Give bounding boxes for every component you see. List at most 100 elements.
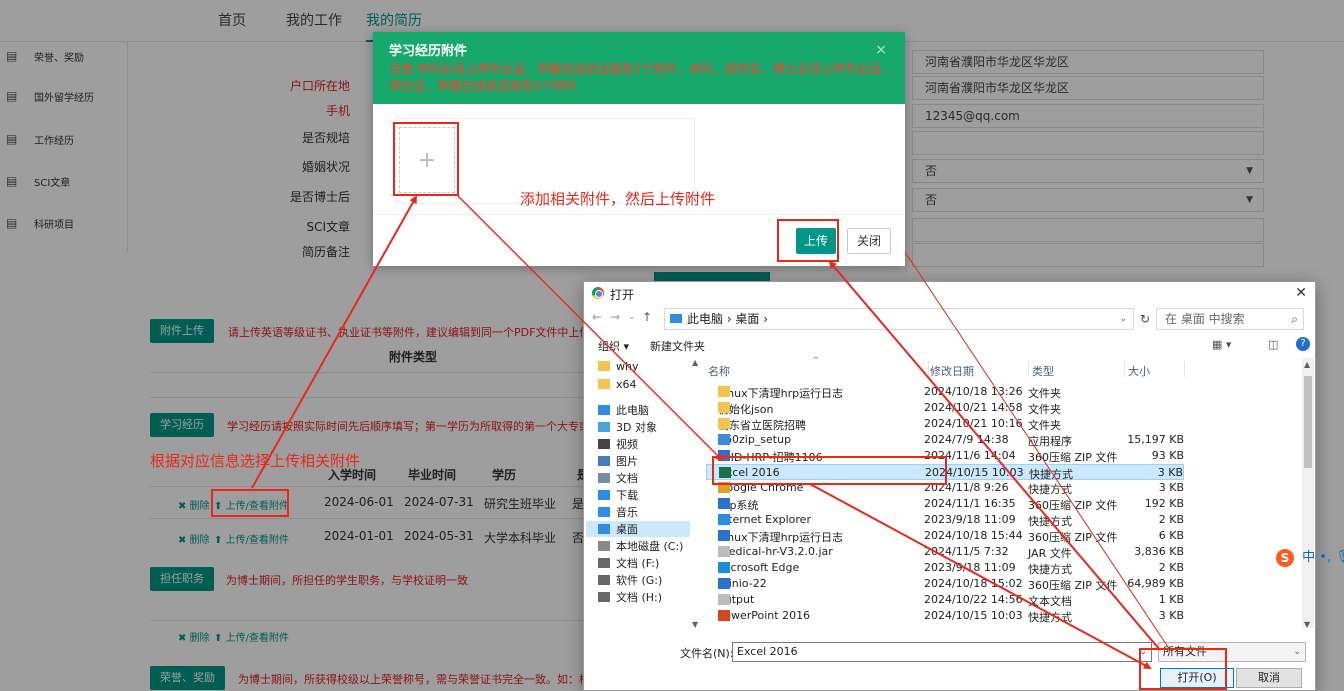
close-button[interactable]: 关闭 — [847, 228, 891, 254]
navigation-pane: why x64 此电脑 3D 对象 视频 图片文档下载 音乐桌面本地磁盘 (C:) 文档 (F… — [584, 358, 702, 634]
pc-icon — [598, 405, 610, 415]
scroll-down-icon[interactable]: ▼ — [1304, 620, 1310, 629]
breadcrumb: 此电脑 › 桌面 › — [687, 312, 769, 326]
highlight-upload-link — [211, 489, 289, 517]
file-size: 15,197 KB — [1127, 433, 1184, 446]
file-list-scrollbar[interactable]: ▲ ▼ — [1302, 358, 1314, 629]
file-row[interactable]: medical-hr-V3.2.0.jar 2024/11/5 7:32 JAR 文… — [706, 544, 1184, 560]
zip-icon — [718, 530, 730, 541]
modal-header: 学习经历附件 注意:专科必须上传毕业证、学籍在线验证报告2个附件，本科、研究生、… — [373, 32, 905, 104]
file-row[interactable]: Microsoft Edge 2023/9/18 11:09 快捷方式 2 KB — [706, 560, 1184, 576]
column-separator[interactable] — [1124, 361, 1125, 377]
nav-item-disk[interactable]: 本地磁盘 (C:) — [598, 538, 683, 554]
nav-item-drive[interactable]: 软件 (G:) — [598, 572, 662, 588]
file-type: JAR 文件 — [1028, 547, 1072, 560]
file-name: 360zip_setup — [718, 433, 791, 446]
up-arrow-icon[interactable]: ↑ — [642, 310, 652, 324]
help-icon[interactable]: ? — [1296, 337, 1310, 351]
file-name-text: Microsoft Edge — [718, 561, 800, 574]
file-row[interactable]: 初始化json 2024/10/21 14:58 文件夹 — [706, 400, 1184, 416]
nav-item-pc[interactable]: 此电脑 — [598, 402, 649, 418]
file-name: 山东省立医院招聘 — [718, 417, 806, 433]
column-separator[interactable] — [928, 361, 929, 377]
nav-item-desktop[interactable]: 桌面 — [586, 521, 690, 537]
column-type[interactable]: 类型 — [1032, 363, 1054, 379]
scroll-down-icon[interactable]: ▼ — [692, 620, 698, 629]
nav-item-3d[interactable]: 3D 对象 — [598, 419, 657, 435]
file-row[interactable]: output 2024/10/22 14:56 文本文档 1 KB — [706, 592, 1184, 608]
file-type: 快捷方式 — [1028, 483, 1072, 496]
file-name: medical-hr-V3.2.0.jar — [718, 545, 833, 558]
folder-icon — [718, 386, 730, 397]
organize-menu[interactable]: 组织 ▾ — [598, 338, 629, 354]
file-type: 应用程序 — [1028, 435, 1072, 448]
search-input[interactable]: 在 桌面 中搜索 ⌕ — [1156, 308, 1304, 330]
nav-item-music[interactable]: 音乐 — [598, 504, 638, 520]
file-row[interactable]: Linux下清理hrp运行日志 2024/10/18 15:44 360压缩 ZIP… — [706, 528, 1184, 544]
column-date[interactable]: 修改日期 — [930, 363, 974, 379]
file-icon — [718, 594, 730, 605]
address-bar[interactable]: 此电脑 › 桌面 › ⌄ — [664, 308, 1134, 330]
cancel-button[interactable]: 取消 — [1236, 668, 1302, 688]
ime-toolbar[interactable]: S 中 •, 🎙 — [1276, 546, 1344, 567]
ime-status[interactable]: 中 •, 🎙 — [1302, 550, 1344, 565]
scroll-up-icon[interactable]: ▲ — [1304, 360, 1310, 369]
column-size[interactable]: 大小 — [1128, 363, 1150, 379]
preview-pane-icon[interactable]: ◫ — [1268, 338, 1278, 351]
nav-item-download[interactable]: 下载 — [598, 487, 638, 503]
view-options-icon[interactable]: ▦ ▾ — [1212, 338, 1231, 351]
filename-input[interactable]: Excel 2016 ⌄ — [732, 642, 1152, 662]
file-name: 初始化json — [718, 401, 774, 417]
file-name: Internet Explorer — [718, 513, 811, 526]
nav-item-label: 软件 (G:) — [616, 574, 663, 587]
close-icon[interactable]: × — [875, 42, 887, 58]
file-type: 快捷方式 — [1028, 563, 1072, 576]
new-folder-button[interactable]: 新建文件夹 — [650, 338, 705, 354]
nav-scrollbar[interactable]: ▲ ▼ — [690, 358, 700, 629]
sogou-logo-icon: S — [1276, 548, 1294, 567]
refresh-icon[interactable]: ↻ — [1140, 312, 1150, 326]
file-list: 名称 ^ 修改日期 类型 大小 Linux下清理hrp运行日志 2024/10/1… — [702, 356, 1302, 634]
forward-arrow-icon[interactable]: → — [610, 310, 620, 324]
file-size: 64,989 KB — [1127, 577, 1184, 590]
file-size: 1 KB — [1158, 593, 1184, 606]
file-date: 2023/9/18 11:09 — [924, 561, 1016, 574]
modal-note: 注意:专科必须上传毕业证、学籍在线验证报告2个附件，本科、研究生、博士必须上传毕… — [389, 62, 893, 93]
column-separator[interactable] — [1028, 361, 1029, 377]
file-size: 3,836 KB — [1134, 545, 1184, 558]
nav-item-picture[interactable]: 图片 — [598, 453, 638, 469]
file-date: 2024/11/1 16:35 — [924, 497, 1016, 510]
file-row[interactable]: Internet Explorer 2023/9/18 11:09 快捷方式 2 KB — [706, 512, 1184, 528]
nav-item-doc[interactable]: 文档 — [598, 470, 638, 486]
file-row[interactable]: hrp系统 2024/11/1 16:35 360压缩 ZIP 文件 192 KB — [706, 496, 1184, 512]
back-arrow-icon[interactable]: ← — [592, 310, 602, 324]
file-size: 2 KB — [1158, 513, 1184, 526]
column-separator[interactable] — [1184, 361, 1185, 377]
nav-item-folder[interactable]: why — [598, 358, 638, 374]
close-icon[interactable]: ✕ — [1295, 285, 1307, 301]
file-size: 192 KB — [1144, 497, 1184, 510]
file-name: PowerPoint 2016 — [718, 609, 810, 622]
file-row[interactable]: 山东省立医院招聘 2024/10/21 10:16 文件夹 — [706, 416, 1184, 432]
file-date: 2023/9/18 11:09 — [924, 513, 1016, 526]
chevron-down-icon[interactable]: ⌄ — [1119, 309, 1127, 329]
file-row[interactable]: 360zip_setup 2024/7/9 14:38 应用程序 15,197 KB — [706, 432, 1184, 448]
nav-item-label: 此电脑 — [616, 404, 649, 417]
nav-item-drive[interactable]: 文档 (F:) — [598, 555, 659, 571]
column-name[interactable]: 名称 — [708, 363, 730, 379]
nav-item-label: 文档 — [616, 472, 638, 485]
nav-item-folder[interactable]: x64 — [598, 376, 637, 392]
file-date: 2024/10/18 15:02 — [924, 577, 1023, 590]
chevron-down-icon[interactable]: ⌄ — [628, 312, 636, 322]
nav-item-drive[interactable]: 文档 (H:) — [598, 589, 662, 605]
file-name: hrp系统 — [718, 497, 758, 513]
nav-item-video[interactable]: 视频 — [598, 436, 638, 452]
file-row[interactable]: minio-22 2024/10/18 15:02 360压缩 ZIP 文件 64,9… — [706, 576, 1184, 592]
file-date: 2024/10/21 14:58 — [924, 401, 1023, 414]
file-row[interactable]: Linux下清理hrp运行日志 2024/10/18 13:26 文件夹 — [706, 384, 1184, 400]
highlight-excel-file — [712, 456, 947, 485]
scroll-up-icon[interactable]: ▲ — [692, 358, 698, 367]
scrollbar-thumb[interactable] — [1304, 376, 1312, 468]
file-row[interactable]: PowerPoint 2016 2024/10/15 10:03 快捷方式 3 KB — [706, 608, 1184, 624]
nav-item-label: 桌面 — [616, 523, 638, 536]
